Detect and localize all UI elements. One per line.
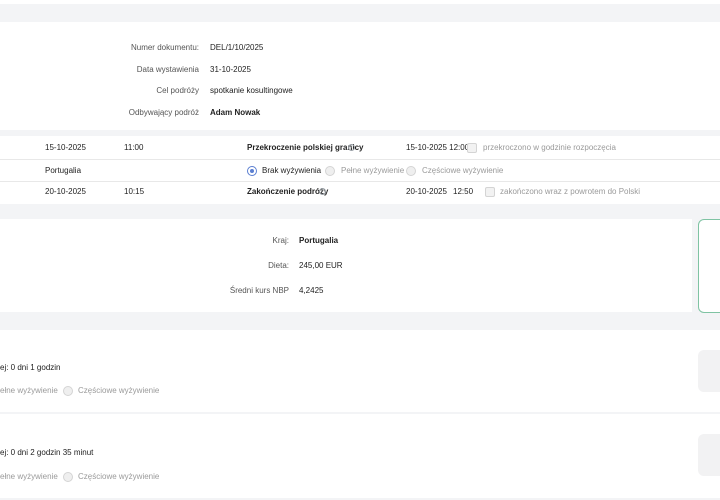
traveler-label: Odbywający podróż (128, 108, 199, 117)
segment-partial-meal-radio[interactable] (63, 386, 73, 396)
trip-end-time[interactable]: 10:15 (124, 187, 144, 197)
trip-end-checkbox[interactable] (485, 187, 495, 197)
border-crossing-checkbox-label: przekroczono w godzinie rozpoczęcia (483, 143, 616, 152)
meal-none-radio[interactable] (247, 166, 257, 176)
trip-end-checkbox-label: zakończono wraz z powrotem do Polski (500, 187, 641, 196)
segment-full-meal-label: ełne wyżywienie (0, 386, 58, 395)
trip-start-date[interactable]: 15-10-2025 (45, 143, 86, 153)
trip-end-date-2[interactable]: 20-10-2025 (406, 187, 447, 197)
issue-date-label: Data wystawienia (136, 65, 199, 74)
trip-purpose-label: Cel podróży (156, 86, 199, 95)
allowance-diet-label: Dieta: (268, 261, 289, 270)
info-icon[interactable]: i (348, 144, 355, 151)
info-icon[interactable]: i (319, 188, 326, 195)
trip-end-time-2[interactable]: 12:50 (453, 187, 473, 197)
segment-full-meal-label: ełne wyżywienie (0, 472, 58, 481)
header-bar (0, 0, 720, 4)
allowance-diet-value: 245,00 EUR (299, 261, 343, 270)
meal-full-label: Pełne wyżywienie (341, 166, 405, 175)
segment-panel: ej: 0 dni 2 godzin 35 minut ełne wyżywie… (0, 414, 720, 498)
document-info-panel: Numer dokumentu: DEL/1/10/2025 Data wyst… (0, 22, 720, 130)
trip-end-date[interactable]: 20-10-2025 (45, 187, 86, 197)
document-number-value: DEL/1/10/2025 (210, 43, 264, 52)
traveler-value: Adam Nowak (210, 108, 261, 117)
allowance-country-value: Portugalia (299, 236, 339, 245)
meal-none-label: Brak wyżywienia (262, 166, 322, 175)
border-crossing-datetime[interactable]: 15-10-2025 12:00 (406, 143, 469, 153)
allowance-country-label: Kraj: (272, 236, 289, 245)
segment-partial-meal-radio[interactable] (63, 472, 73, 482)
trip-start-time[interactable]: 11:00 (124, 143, 143, 153)
row-divider (0, 159, 720, 160)
issue-date-value: 31-10-2025 (210, 65, 251, 74)
meal-partial-radio[interactable] (406, 166, 416, 176)
trip-end-label: Zakończenie podróży (247, 187, 329, 196)
border-crossing-checkbox[interactable] (467, 143, 477, 153)
nbp-rate-value: 4,2425 (299, 286, 324, 295)
trip-country[interactable]: Portugalia (45, 166, 81, 176)
segment-side-box[interactable] (698, 434, 720, 476)
meal-partial-label: Częściowe wyżywienie (422, 166, 504, 175)
segment-side-box[interactable] (698, 350, 720, 392)
segment-panel: ej: 0 dni 1 godzin ełne wyżywienie Częśc… (0, 330, 720, 412)
document-number-label: Numer dokumentu: (130, 43, 199, 52)
trip-purpose-value: spotkanie kosultingowe (210, 86, 293, 95)
side-summary-card[interactable] (698, 219, 720, 313)
row-divider (0, 181, 720, 182)
trip-details-panel: 15-10-2025 11:00 Przekroczenie polskiej … (0, 136, 720, 204)
segment-partial-meal-label: Częściowe wyżywienie (78, 386, 160, 395)
border-crossing-label: Przekroczenie polskiej granicy (247, 143, 364, 152)
segment-partial-meal-label: Częściowe wyżywienie (78, 472, 160, 481)
segment-duration: ej: 0 dni 2 godzin 35 minut (0, 448, 94, 457)
nbp-rate-label: Średni kurs NBP (229, 286, 289, 295)
meal-full-radio[interactable] (325, 166, 335, 176)
segment-duration: ej: 0 dni 1 godzin (0, 363, 61, 372)
allowance-panel: Kraj: Portugalia Dieta: 245,00 EUR Średn… (0, 219, 692, 312)
